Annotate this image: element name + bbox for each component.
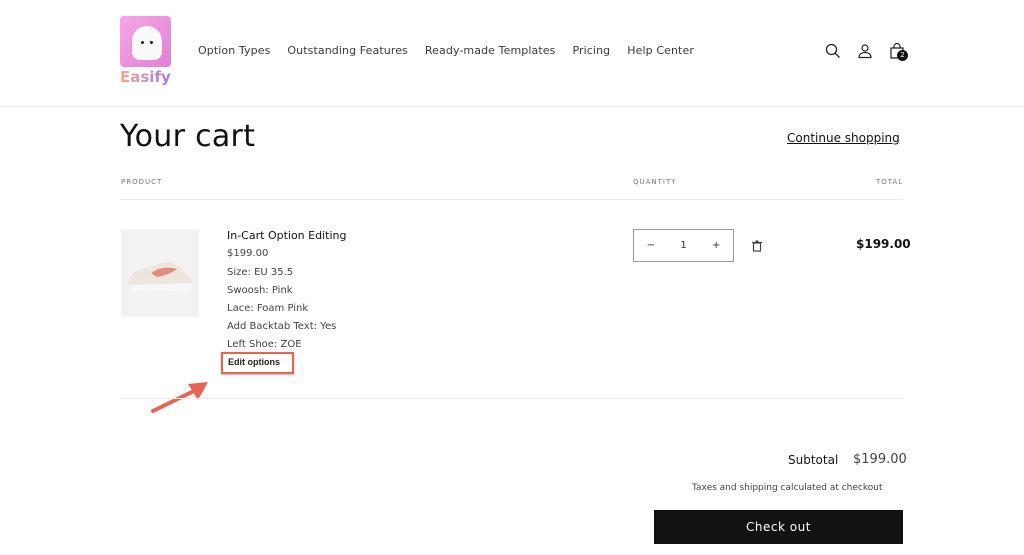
subtotal-value: $199.00: [853, 452, 907, 467]
quantity-minus-button[interactable]: −: [647, 240, 655, 251]
product-name[interactable]: In-Cart Option Editing: [227, 229, 346, 242]
header-product: PRODUCT: [121, 178, 163, 186]
option-size: Size: EU 35.5: [227, 267, 294, 278]
quantity-input[interactable]: 1: [680, 240, 686, 251]
site-header: Easify Option Types Outstanding Features…: [0, 0, 1024, 107]
line-total: $199.00: [856, 237, 911, 251]
nav-option-types[interactable]: Option Types: [198, 44, 270, 57]
brand-logo[interactable]: Easify: [120, 16, 172, 88]
nav-pricing[interactable]: Pricing: [572, 44, 610, 57]
search-icon[interactable]: [824, 42, 842, 60]
product-image[interactable]: [121, 229, 199, 317]
trash-icon[interactable]: [751, 240, 763, 252]
continue-shopping-link[interactable]: Continue shopping: [787, 131, 900, 145]
product-price: $199.00: [227, 248, 269, 259]
brand-name: Easify: [120, 68, 171, 86]
checkout-button[interactable]: Check out: [654, 510, 903, 544]
main-nav: Option Types Outstanding Features Ready-…: [198, 44, 694, 57]
annotation-arrow-icon: [151, 382, 208, 413]
page-title: Your cart: [120, 119, 256, 154]
cart-button[interactable]: 2: [888, 42, 908, 64]
option-left-shoe: Left Shoe: ZOE: [227, 339, 302, 350]
option-lace: Lace: Foam Pink: [227, 303, 309, 314]
option-backtab: Add Backtab Text: Yes: [227, 321, 337, 332]
header-total: TOTAL: [876, 178, 904, 186]
account-icon[interactable]: [856, 42, 874, 60]
subtotal-label: Subtotal: [788, 453, 839, 467]
divider: [120, 199, 903, 200]
logo-image: [120, 16, 171, 67]
header-icons: 2: [824, 42, 908, 64]
cart-count-badge: 2: [897, 50, 908, 61]
nav-ready-made-templates[interactable]: Ready-made Templates: [425, 44, 556, 57]
option-swoosh: Swoosh: Pink: [227, 285, 293, 296]
edit-options-button[interactable]: Edit options: [221, 352, 294, 374]
nav-help-center[interactable]: Help Center: [627, 44, 694, 57]
quantity-stepper: − 1 +: [633, 229, 734, 262]
divider: [120, 398, 903, 399]
tax-note: Taxes and shipping calculated at checkou…: [692, 483, 883, 493]
header-quantity: QUANTITY: [633, 178, 677, 186]
quantity-plus-button[interactable]: +: [712, 240, 720, 251]
nav-outstanding-features[interactable]: Outstanding Features: [287, 44, 408, 57]
